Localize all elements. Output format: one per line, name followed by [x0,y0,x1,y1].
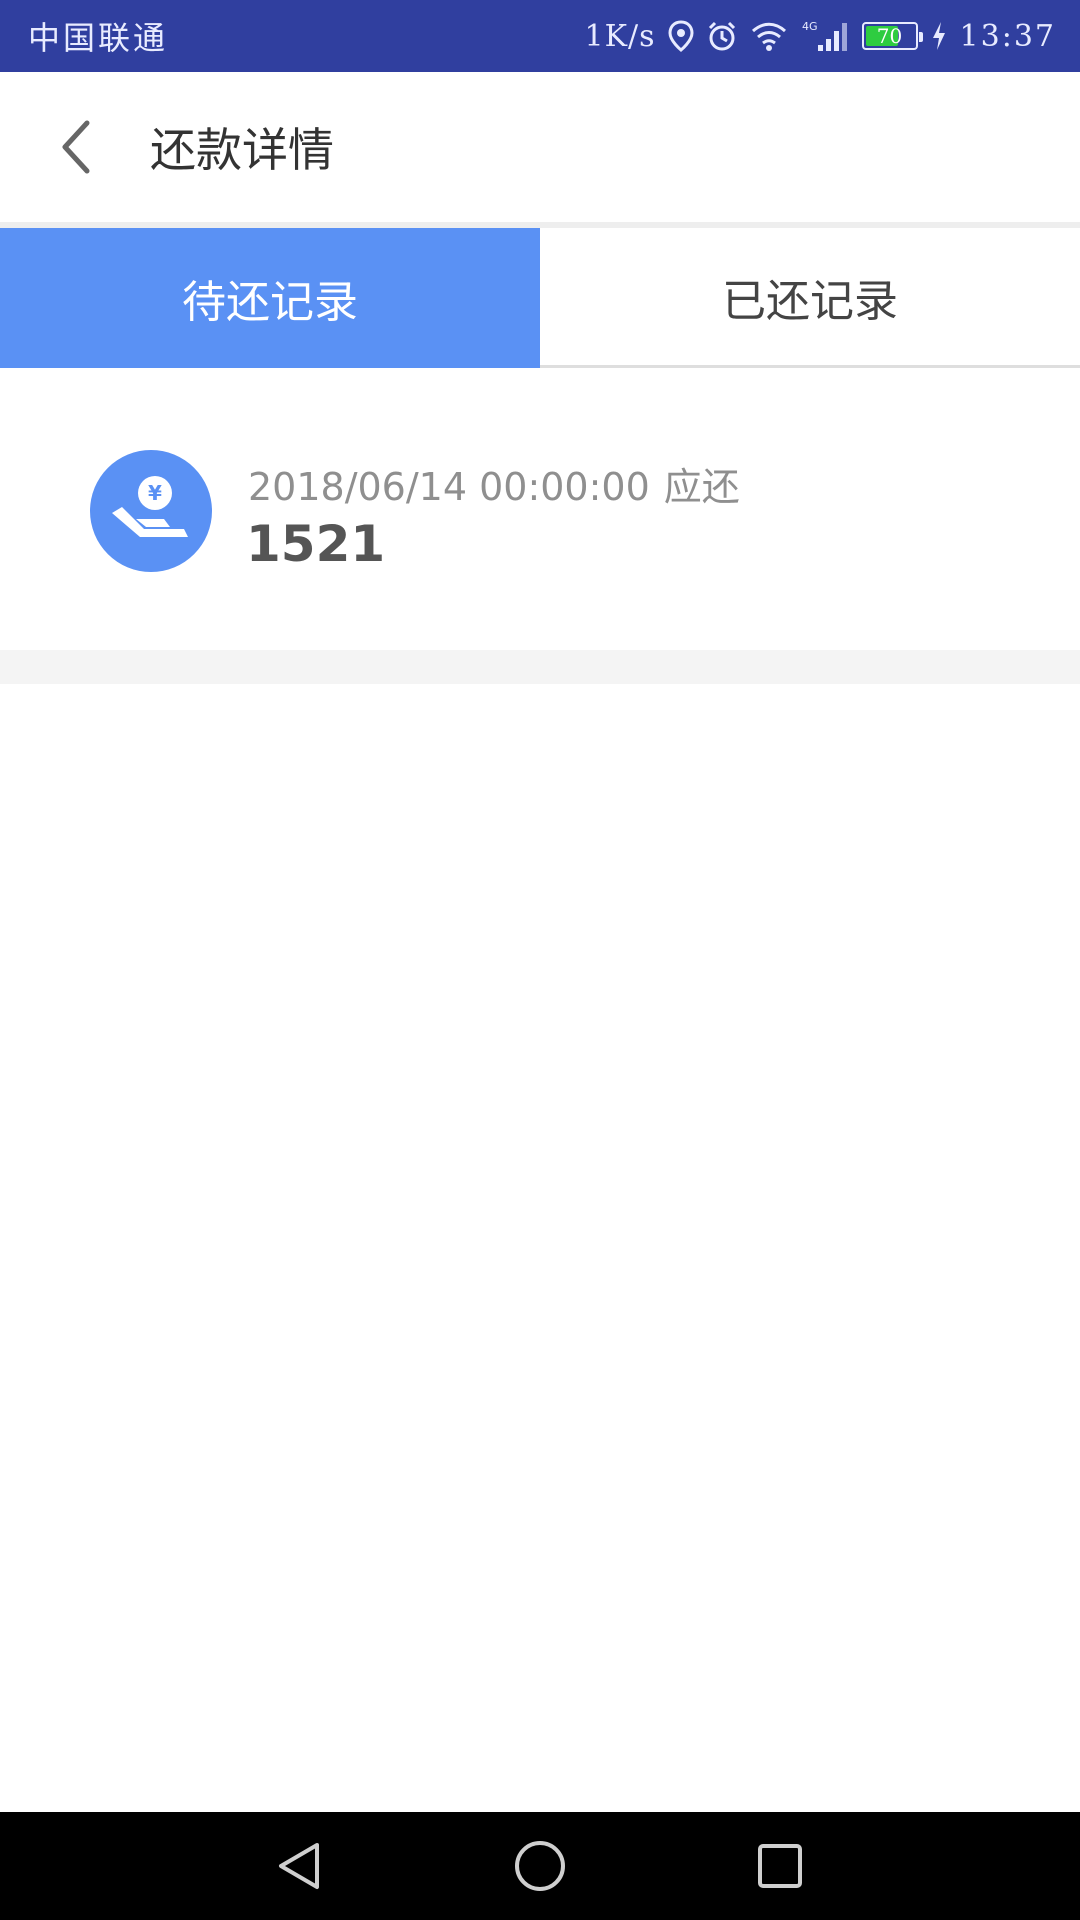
nav-home-button[interactable] [420,1812,660,1920]
app-bar: 还款详情 [0,72,1080,222]
charging-icon [930,20,948,52]
nav-recent-button[interactable] [660,1812,900,1920]
signal-type-label: 4G [802,20,818,33]
back-button[interactable] [0,72,150,222]
wifi-icon [750,20,788,52]
location-icon [668,20,694,52]
clock: 13:37 [959,18,1056,54]
network-speed: 1K/s [584,18,656,54]
record-date-line: 2018/06/14 00:00:00 应还 [248,456,740,511]
tab-pending-records[interactable]: 待还记录 [0,228,540,368]
hand-yuan-icon: ¥ [90,450,212,572]
nav-back-icon [279,1843,319,1889]
nav-recent-icon [758,1844,802,1888]
status-bar: 中国联通 1K/s 4G 70 13:37 [0,0,1080,72]
system-nav-bar [0,1812,1080,1920]
nav-home-icon [515,1841,565,1891]
tab-bar: 待还记录 已还记录 [0,228,1080,368]
status-icons: 1K/s 4G 70 13:37 [585,19,1056,54]
record-datetime: 2018/06/14 00:00:00 [248,465,650,509]
record-due-label: 应还 [663,465,740,509]
signal-icon: 4G [800,19,850,53]
list-item[interactable]: ¥ 2018/06/14 00:00:00 应还 1521 [0,368,1080,650]
tab-paid-label: 已还记录 [722,275,898,327]
tab-paid-records[interactable]: 已还记录 [540,228,1080,368]
battery-level: 70 [876,24,903,48]
carrier-name: 中国联通 [28,19,169,57]
screen: 中国联通 1K/s 4G 70 13:37 还款详情 待还记录 已还记录 ¥ 2… [0,0,1080,1920]
page-title: 还款详情 [150,123,334,177]
battery-icon: 70 [861,22,923,50]
svg-text:¥: ¥ [148,481,162,505]
record-list: ¥ 2018/06/14 00:00:00 应还 1521 [0,368,1080,650]
nav-back-button[interactable] [180,1812,420,1920]
tab-pending-label: 待还记录 [182,277,358,328]
record-amount: 1521 [246,515,386,573]
alarm-icon [706,20,738,52]
record-info: 2018/06/14 00:00:00 应还 1521 [246,456,740,573]
list-bottom-divider [0,650,1080,684]
chevron-left-icon [62,120,90,174]
